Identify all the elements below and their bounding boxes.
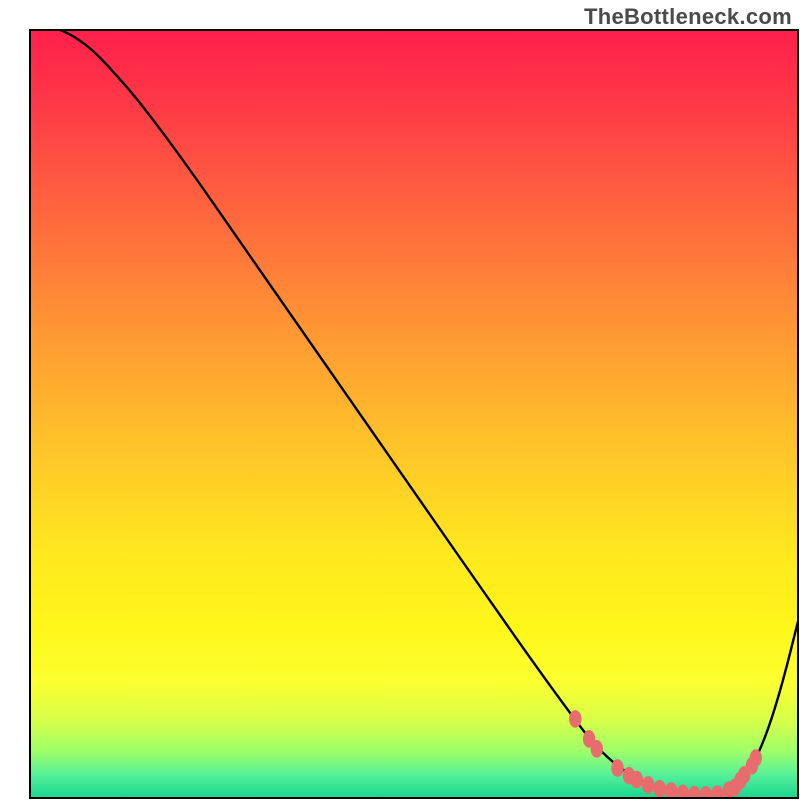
bottleneck-chart [0, 0, 800, 800]
highlight-dot [654, 780, 666, 798]
highlight-dot [569, 710, 581, 728]
gradient-background [30, 30, 798, 798]
highlight-dot [642, 776, 654, 794]
highlight-dot [591, 740, 603, 758]
chart-container: TheBottleneck.com [0, 0, 800, 800]
highlight-dot [631, 771, 643, 789]
highlight-dot [611, 759, 623, 777]
watermark-text: TheBottleneck.com [584, 4, 792, 30]
highlight-dot [750, 749, 762, 767]
